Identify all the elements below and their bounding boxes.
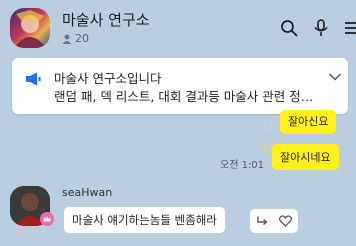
heart-icon[interactable] — [279, 215, 293, 227]
chat-room-title: 마술사 연구소 — [62, 11, 150, 29]
search-icon[interactable] — [280, 19, 298, 37]
megaphone-icon — [26, 72, 41, 86]
crown-icon — [40, 212, 54, 226]
member-count[interactable]: 20 — [62, 32, 89, 45]
menu-icon[interactable] — [343, 19, 356, 37]
unread-count: 11 — [262, 122, 275, 133]
notice-title: 마술사 연구소입니다 — [54, 71, 162, 86]
notice-body: 랜덤 패, 덱 리스트, 대회 결과등 마술사 관련 정보를 공유합니다 — [54, 89, 320, 104]
sender-name: seaHwan — [62, 186, 113, 199]
member-count-label: 20 — [75, 32, 89, 45]
notice-banner[interactable]: 마술사 연구소입니다 랜덤 패, 덱 리스트, 대회 결과등 마술사 관련 정보… — [12, 58, 348, 114]
member-icon — [62, 34, 72, 44]
reply-icon[interactable] — [256, 215, 268, 227]
chevron-down-icon[interactable] — [328, 72, 342, 82]
my-message-bubble[interactable]: 잘아시네요 — [272, 144, 339, 170]
chat-header: 마술사 연구소 20 — [0, 0, 356, 56]
voice-icon[interactable] — [312, 19, 330, 37]
room-avatar[interactable] — [10, 8, 50, 48]
message-bubble[interactable]: 마술사 얘기하는놈들 벤좀해라 — [64, 207, 225, 233]
my-message-bubble[interactable]: 잘아신요 — [280, 110, 337, 134]
message-actions — [250, 209, 298, 233]
room-avatar-image — [14, 10, 46, 48]
message-timestamp: 오전 1:01 — [220, 160, 265, 171]
